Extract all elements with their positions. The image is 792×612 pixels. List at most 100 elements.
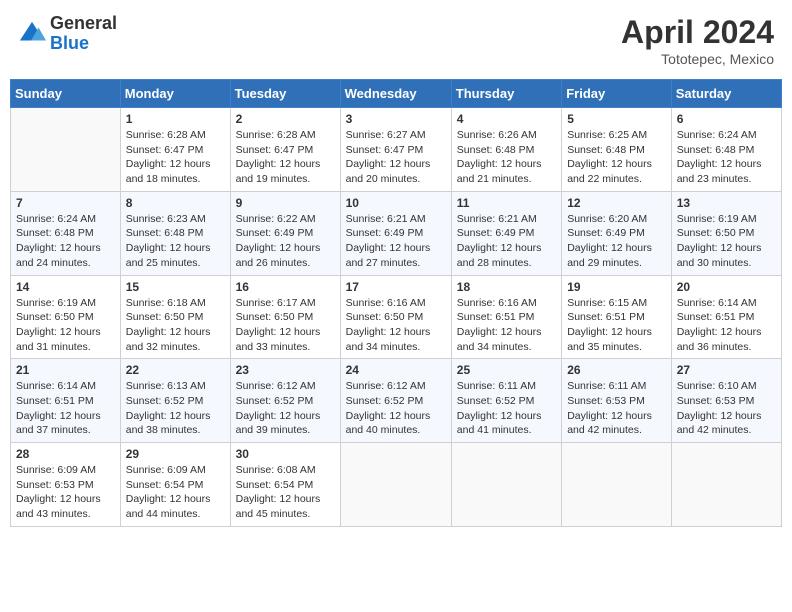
calendar-day-cell: 23Sunrise: 6:12 AMSunset: 6:52 PMDayligh… xyxy=(230,359,340,443)
day-info: Sunrise: 6:16 AMSunset: 6:51 PMDaylight:… xyxy=(457,296,556,355)
calendar-day-cell: 17 Sunrise: 6:16 AMSunset: 6:50 PMDayligh… xyxy=(340,275,451,359)
weekday-header: Sunday xyxy=(11,80,121,108)
day-info: Sunrise: 6:28 AMSunset: 6:47 PMDaylight:… xyxy=(236,128,335,187)
calendar-day-cell: 10Sunrise: 6:21 AMSunset: 6:49 PMDayligh… xyxy=(340,191,451,275)
day-info: Sunrise: 6:14 AMSunset: 6:51 PMDaylight:… xyxy=(16,379,115,438)
day-number: 17 xyxy=(346,280,446,294)
weekday-header: Wednesday xyxy=(340,80,451,108)
day-number: 27 xyxy=(677,363,776,377)
day-number: 28 xyxy=(16,447,115,461)
logo-general-text: General xyxy=(50,14,117,34)
calendar-day-cell: 6Sunrise: 6:24 AMSunset: 6:48 PMDaylight… xyxy=(671,108,781,192)
calendar-day-cell: 12 Sunrise: 6:20 AMSunset: 6:49 PMDayligh… xyxy=(562,191,672,275)
calendar-day-cell: 9 Sunrise: 6:22 AMSunset: 6:49 PMDaylight… xyxy=(230,191,340,275)
day-number: 14 xyxy=(16,280,115,294)
calendar-day-cell: 30Sunrise: 6:08 AMSunset: 6:54 PMDayligh… xyxy=(230,443,340,527)
day-info: Sunrise: 6:23 AMSunset: 6:48 PMDaylight:… xyxy=(126,212,225,271)
calendar-day-cell: 7Sunrise: 6:24 AMSunset: 6:48 PMDaylight… xyxy=(11,191,121,275)
day-number: 22 xyxy=(126,363,225,377)
day-info: Sunrise: 6:15 AMSunset: 6:51 PMDaylight:… xyxy=(567,296,666,355)
day-info: Sunrise: 6:16 AMSunset: 6:50 PMDaylight:… xyxy=(346,296,446,355)
calendar-day-cell: 20 Sunrise: 6:14 AMSunset: 6:51 PMDayligh… xyxy=(671,275,781,359)
day-info: Sunrise: 6:14 AMSunset: 6:51 PMDaylight:… xyxy=(677,296,776,355)
day-number: 2 xyxy=(236,112,335,126)
day-number: 15 xyxy=(126,280,225,294)
location-title: Tototepec, Mexico xyxy=(621,51,774,67)
day-info: Sunrise: 6:20 AMSunset: 6:49 PMDaylight:… xyxy=(567,212,666,271)
weekday-header: Saturday xyxy=(671,80,781,108)
calendar-day-cell: 4 Sunrise: 6:26 AMSunset: 6:48 PMDaylight… xyxy=(451,108,561,192)
day-number: 29 xyxy=(126,447,225,461)
title-block: April 2024 Tototepec, Mexico xyxy=(621,14,774,67)
day-number: 16 xyxy=(236,280,335,294)
calendar-day-cell xyxy=(562,443,672,527)
calendar-table: SundayMondayTuesdayWednesdayThursdayFrid… xyxy=(10,79,782,527)
calendar-day-cell: 22Sunrise: 6:13 AMSunset: 6:52 PMDayligh… xyxy=(120,359,230,443)
day-info: Sunrise: 6:21 AMSunset: 6:49 PMDaylight:… xyxy=(457,212,556,271)
day-number: 18 xyxy=(457,280,556,294)
day-info: Sunrise: 6:19 AMSunset: 6:50 PMDaylight:… xyxy=(16,296,115,355)
day-info: Sunrise: 6:11 AMSunset: 6:52 PMDaylight:… xyxy=(457,379,556,438)
day-number: 3 xyxy=(346,112,446,126)
calendar-day-cell: 29 Sunrise: 6:09 AMSunset: 6:54 PMDayligh… xyxy=(120,443,230,527)
calendar-week-row: 1 Sunrise: 6:28 AMSunset: 6:47 PMDaylight… xyxy=(11,108,782,192)
day-number: 24 xyxy=(346,363,446,377)
calendar-week-row: 21 Sunrise: 6:14 AMSunset: 6:51 PMDayligh… xyxy=(11,359,782,443)
weekday-header: Monday xyxy=(120,80,230,108)
day-info: Sunrise: 6:19 AMSunset: 6:50 PMDaylight:… xyxy=(677,212,776,271)
calendar-day-cell: 21 Sunrise: 6:14 AMSunset: 6:51 PMDayligh… xyxy=(11,359,121,443)
day-number: 4 xyxy=(457,112,556,126)
day-info: Sunrise: 6:18 AMSunset: 6:50 PMDaylight:… xyxy=(126,296,225,355)
weekday-header: Thursday xyxy=(451,80,561,108)
day-number: 12 xyxy=(567,196,666,210)
day-info: Sunrise: 6:17 AMSunset: 6:50 PMDaylight:… xyxy=(236,296,335,355)
calendar-week-row: 28Sunrise: 6:09 AMSunset: 6:53 PMDayligh… xyxy=(11,443,782,527)
month-title: April 2024 xyxy=(621,14,774,51)
calendar-day-cell: 2 Sunrise: 6:28 AMSunset: 6:47 PMDaylight… xyxy=(230,108,340,192)
day-info: Sunrise: 6:11 AMSunset: 6:53 PMDaylight:… xyxy=(567,379,666,438)
calendar-day-cell: 11 Sunrise: 6:21 AMSunset: 6:49 PMDayligh… xyxy=(451,191,561,275)
calendar-day-cell: 27 Sunrise: 6:10 AMSunset: 6:53 PMDayligh… xyxy=(671,359,781,443)
day-info: Sunrise: 6:25 AMSunset: 6:48 PMDaylight:… xyxy=(567,128,666,187)
calendar-day-cell: 25 Sunrise: 6:11 AMSunset: 6:52 PMDayligh… xyxy=(451,359,561,443)
day-number: 21 xyxy=(16,363,115,377)
calendar-day-cell: 8Sunrise: 6:23 AMSunset: 6:48 PMDaylight… xyxy=(120,191,230,275)
day-number: 1 xyxy=(126,112,225,126)
calendar-day-cell: 5 Sunrise: 6:25 AMSunset: 6:48 PMDaylight… xyxy=(562,108,672,192)
calendar-day-cell: 26Sunrise: 6:11 AMSunset: 6:53 PMDayligh… xyxy=(562,359,672,443)
logo: General Blue xyxy=(18,14,117,54)
calendar-week-row: 14 Sunrise: 6:19 AMSunset: 6:50 PMDayligh… xyxy=(11,275,782,359)
day-info: Sunrise: 6:08 AMSunset: 6:54 PMDaylight:… xyxy=(236,463,335,522)
calendar-day-cell: 14 Sunrise: 6:19 AMSunset: 6:50 PMDayligh… xyxy=(11,275,121,359)
weekday-header: Friday xyxy=(562,80,672,108)
day-number: 11 xyxy=(457,196,556,210)
calendar-day-cell xyxy=(671,443,781,527)
day-info: Sunrise: 6:26 AMSunset: 6:48 PMDaylight:… xyxy=(457,128,556,187)
calendar-week-row: 7Sunrise: 6:24 AMSunset: 6:48 PMDaylight… xyxy=(11,191,782,275)
calendar-day-cell xyxy=(11,108,121,192)
day-info: Sunrise: 6:10 AMSunset: 6:53 PMDaylight:… xyxy=(677,379,776,438)
weekday-header: Tuesday xyxy=(230,80,340,108)
calendar-day-cell: 1 Sunrise: 6:28 AMSunset: 6:47 PMDaylight… xyxy=(120,108,230,192)
day-info: Sunrise: 6:22 AMSunset: 6:49 PMDaylight:… xyxy=(236,212,335,271)
calendar-day-cell xyxy=(340,443,451,527)
calendar-day-cell: 13Sunrise: 6:19 AMSunset: 6:50 PMDayligh… xyxy=(671,191,781,275)
calendar-day-cell: 28Sunrise: 6:09 AMSunset: 6:53 PMDayligh… xyxy=(11,443,121,527)
day-info: Sunrise: 6:28 AMSunset: 6:47 PMDaylight:… xyxy=(126,128,225,187)
calendar-day-cell: 24Sunrise: 6:12 AMSunset: 6:52 PMDayligh… xyxy=(340,359,451,443)
day-info: Sunrise: 6:21 AMSunset: 6:49 PMDaylight:… xyxy=(346,212,446,271)
day-number: 25 xyxy=(457,363,556,377)
day-number: 5 xyxy=(567,112,666,126)
day-number: 19 xyxy=(567,280,666,294)
calendar-header-row: SundayMondayTuesdayWednesdayThursdayFrid… xyxy=(11,80,782,108)
page-header: General Blue April 2024 Tototepec, Mexic… xyxy=(10,10,782,71)
logo-blue-text: Blue xyxy=(50,34,117,54)
day-number: 9 xyxy=(236,196,335,210)
day-info: Sunrise: 6:09 AMSunset: 6:54 PMDaylight:… xyxy=(126,463,225,522)
day-info: Sunrise: 6:27 AMSunset: 6:47 PMDaylight:… xyxy=(346,128,446,187)
calendar-day-cell: 15 Sunrise: 6:18 AMSunset: 6:50 PMDayligh… xyxy=(120,275,230,359)
logo-icon xyxy=(18,20,46,48)
day-info: Sunrise: 6:12 AMSunset: 6:52 PMDaylight:… xyxy=(236,379,335,438)
day-number: 20 xyxy=(677,280,776,294)
day-number: 7 xyxy=(16,196,115,210)
